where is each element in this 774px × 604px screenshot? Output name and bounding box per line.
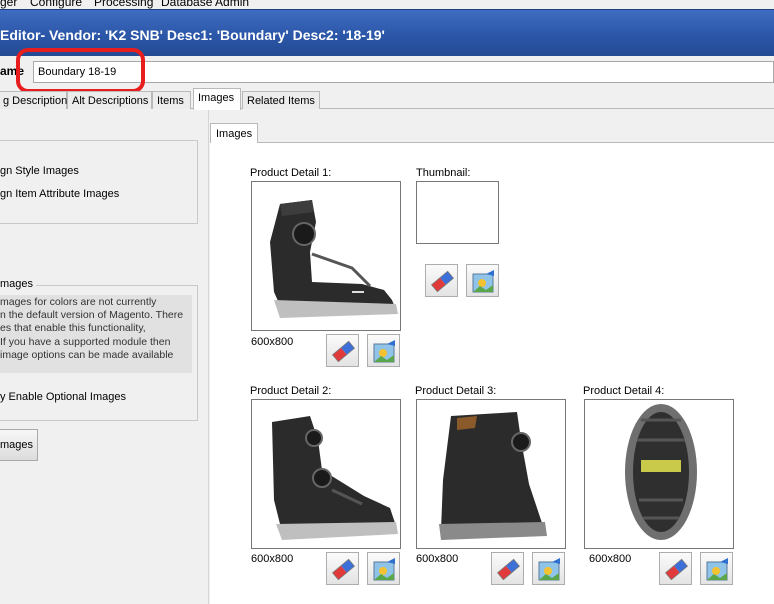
name-label: ame bbox=[0, 64, 25, 78]
notice-text: mages for colors are not currently n the… bbox=[0, 295, 192, 373]
eraser-icon bbox=[431, 270, 454, 293]
product-detail-4-image[interactable] bbox=[584, 399, 734, 549]
left-panel: gn Style Images gn Item Attribute Images… bbox=[0, 109, 202, 604]
load-image-button[interactable] bbox=[367, 552, 400, 585]
window-title: Editor- Vendor: 'K2 SNB' Desc1: 'Boundar… bbox=[0, 27, 385, 43]
menu-bar: ger Configure Processing Database Admin bbox=[0, 0, 774, 9]
product-detail-2-image[interactable] bbox=[251, 399, 401, 549]
eraser-icon bbox=[332, 340, 355, 363]
assign-item-attribute-images-option[interactable]: gn Item Attribute Images bbox=[0, 188, 119, 200]
load-thumbnail-button[interactable] bbox=[466, 264, 499, 297]
pane-divider[interactable] bbox=[208, 109, 209, 604]
product-detail-1-label: Product Detail 1: bbox=[250, 167, 332, 179]
thumbnail-image[interactable] bbox=[416, 181, 499, 244]
product-detail-1-size: 600x800 bbox=[251, 336, 294, 348]
menu-item-manager[interactable]: ger bbox=[0, 0, 17, 9]
boot-front-angle-image bbox=[272, 416, 398, 540]
image-picture-icon bbox=[373, 558, 395, 581]
image-picture-icon bbox=[373, 340, 395, 363]
product-detail-3-label: Product Detail 3: bbox=[415, 385, 497, 397]
menu-item-database-admin[interactable]: Database Admin bbox=[161, 0, 249, 9]
product-detail-3-image[interactable] bbox=[416, 399, 566, 549]
title-bar: Editor- Vendor: 'K2 SNB' Desc1: 'Boundar… bbox=[0, 9, 774, 56]
tab-images[interactable]: Images bbox=[193, 88, 241, 110]
eraser-icon bbox=[665, 558, 688, 581]
images-button[interactable]: mages bbox=[0, 429, 38, 461]
notice-line: image options can be made available bbox=[0, 348, 174, 361]
notice-line: If you have a supported module then bbox=[0, 335, 171, 348]
product-detail-3-size: 600x800 bbox=[416, 553, 459, 565]
image-picture-icon bbox=[706, 558, 728, 581]
image-picture-icon bbox=[538, 558, 560, 581]
inner-tab-images[interactable]: Images bbox=[210, 123, 259, 143]
tab-related-items[interactable]: Related Items bbox=[242, 91, 320, 109]
product-detail-2-label: Product Detail 2: bbox=[250, 385, 332, 397]
boot-front-image bbox=[439, 412, 547, 540]
optional-images-group-title: mages bbox=[0, 278, 37, 290]
load-image-button[interactable] bbox=[532, 552, 565, 585]
thumbnail-label: Thumbnail: bbox=[416, 167, 471, 179]
load-image-button[interactable] bbox=[700, 552, 733, 585]
assign-options-group bbox=[0, 140, 198, 224]
menu-item-processing[interactable]: Processing bbox=[94, 0, 153, 9]
notice-line: es that enable this functionality, bbox=[0, 322, 146, 335]
enable-optional-images-option[interactable]: y Enable Optional Images bbox=[0, 391, 126, 403]
menu-item-configure[interactable]: Configure bbox=[30, 0, 82, 9]
clear-image-button[interactable] bbox=[326, 334, 359, 367]
load-image-button[interactable] bbox=[367, 334, 400, 367]
eraser-icon bbox=[497, 558, 520, 581]
boot-side-image bbox=[270, 200, 398, 318]
clear-thumbnail-button[interactable] bbox=[425, 264, 458, 297]
eraser-icon bbox=[332, 558, 355, 581]
boot-sole-image bbox=[625, 404, 697, 540]
image-picture-icon bbox=[472, 270, 494, 293]
notice-line: n the default version of Magento. There bbox=[0, 309, 184, 322]
product-detail-2-size: 600x800 bbox=[251, 553, 294, 565]
name-input[interactable]: Boundary 18-19 bbox=[33, 61, 774, 83]
tab-items[interactable]: Items bbox=[152, 91, 191, 109]
tab-alt-descriptions[interactable]: Alt Descriptions bbox=[67, 91, 152, 109]
product-detail-4-size: 600x800 bbox=[589, 553, 632, 565]
tab-strip: g Description Alt Descriptions Items Ima… bbox=[0, 88, 774, 110]
clear-image-button[interactable] bbox=[491, 552, 524, 585]
notice-line: mages for colors are not currently bbox=[0, 296, 157, 308]
tab-long-description[interactable]: g Description bbox=[0, 91, 67, 109]
product-detail-1-image[interactable] bbox=[251, 181, 401, 331]
clear-image-button[interactable] bbox=[659, 552, 692, 585]
assign-style-images-option[interactable]: gn Style Images bbox=[0, 165, 79, 177]
clear-image-button[interactable] bbox=[326, 552, 359, 585]
product-detail-4-label: Product Detail 4: bbox=[583, 385, 665, 397]
